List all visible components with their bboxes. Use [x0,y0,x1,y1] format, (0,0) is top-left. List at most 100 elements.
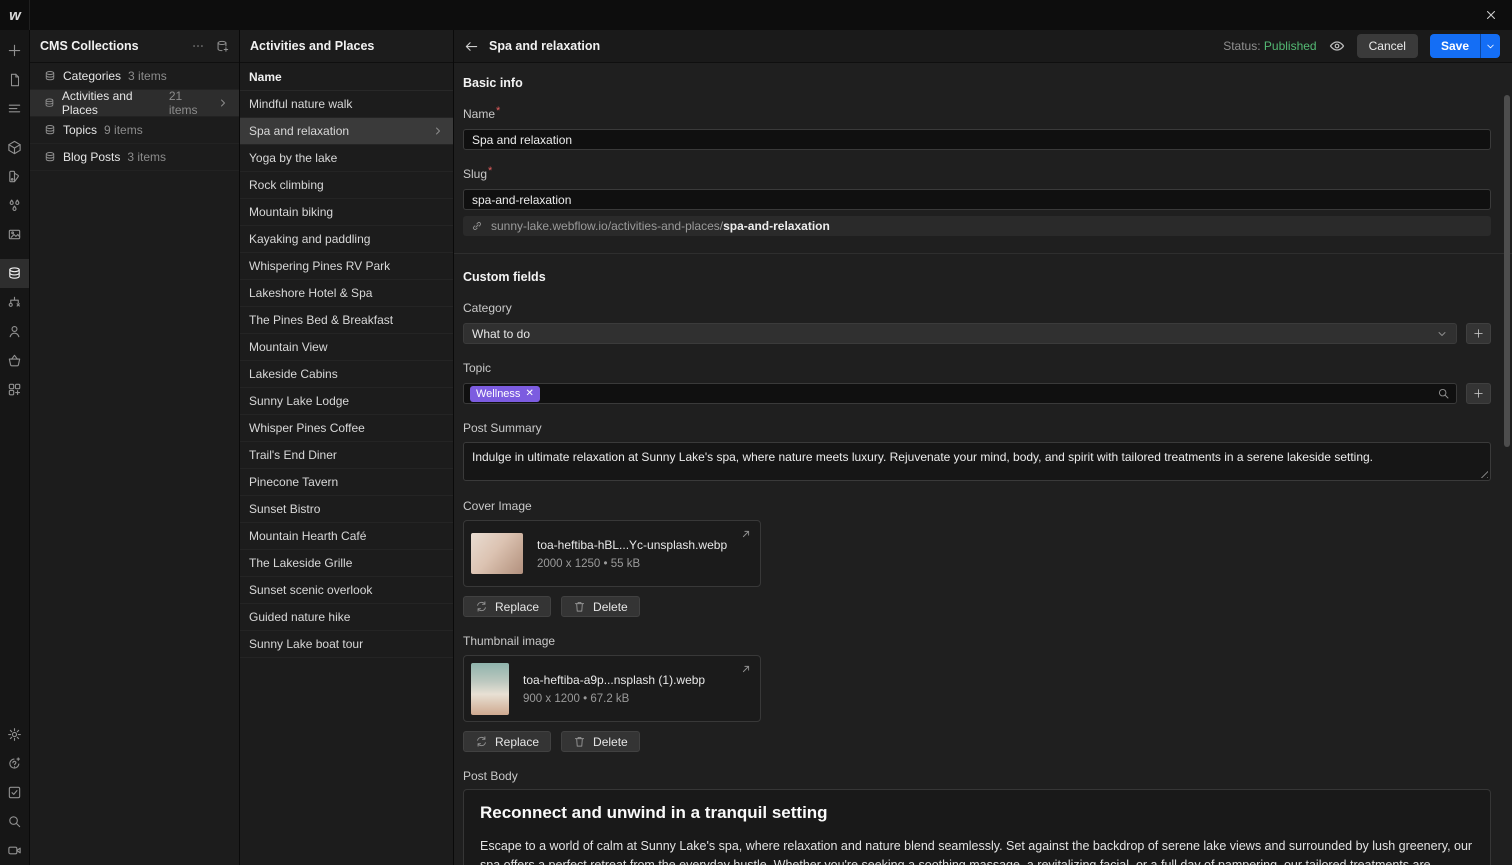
webflow-logo[interactable]: w [0,0,30,30]
resize-handle[interactable] [1480,470,1488,478]
required-asterisk: * [496,105,501,117]
list-item[interactable]: Lakeshore Hotel & Spa [240,280,453,307]
search-button[interactable] [0,807,29,836]
name-input[interactable] [463,129,1491,150]
cancel-button[interactable]: Cancel [1356,34,1418,58]
collection-label: Activities and Places [61,89,133,117]
slug-input[interactable] [463,189,1491,210]
variables-button[interactable] [0,191,29,220]
list-item[interactable]: Whispering Pines RV Park [240,253,453,280]
collection-icon [45,98,54,107]
list-item[interactable]: Sunset scenic overlook [240,577,453,604]
list-item[interactable]: Pinecone Tavern [240,469,453,496]
collection-label: Blog Posts [63,150,121,164]
list-item[interactable]: The Lakeside Grille [240,550,453,577]
eye-icon [1329,41,1344,51]
webflow-logo-glyph: w [9,6,21,24]
remove-tag-icon[interactable]: ✕ [525,388,533,399]
styles-button[interactable] [0,162,29,191]
create-collection-button[interactable] [215,39,229,53]
list-item[interactable]: Lakeside Cabins [240,361,453,388]
help-button[interactable] [0,749,29,778]
item-label: The Pines Bed & Breakfast [249,313,394,327]
list-item[interactable]: Sunny Lake Lodge [240,388,453,415]
cover-replace-button[interactable]: Replace [463,596,552,617]
chevron-right-icon [217,97,229,109]
list-item[interactable]: Yoga by the lake [240,145,453,172]
scrollbar-thumb[interactable] [1504,95,1510,447]
item-label: Pinecone Tavern [249,475,339,489]
video-tutorials-button[interactable] [0,836,29,865]
users-button[interactable] [0,317,29,346]
open-image-button[interactable] [740,663,752,675]
list-item[interactable]: Mountain Hearth Café [240,523,453,550]
ecommerce-button[interactable] [0,346,29,375]
list-item[interactable]: Rock climbing [240,172,453,199]
item-label: Trail's End Diner [249,448,337,462]
cover-image-card[interactable]: toa-heftiba-hBL...Yc-unsplash.webp 2000 … [463,520,761,587]
cover-image-meta: 2000 x 1250 • 55 kB [537,557,641,570]
save-dropdown-button[interactable] [1480,34,1500,58]
category-select[interactable]: What to do [463,323,1457,344]
preview-button[interactable] [1329,38,1345,54]
topic-input[interactable]: Wellness ✕ [463,383,1457,404]
topic-tag-label: Wellness [476,387,521,400]
add-category-button[interactable] [1466,323,1491,344]
list-item[interactable]: Guided nature hike [240,604,453,631]
logic-button[interactable] [0,288,29,317]
thumbnail-image-card[interactable]: toa-heftiba-a9p...nsplash (1).webp 900 x… [463,655,761,722]
close-button[interactable] [1480,4,1502,26]
post-body-editor[interactable]: Reconnect and unwind in a tranquil setti… [463,789,1491,865]
list-item[interactable]: Mindful nature walk [240,91,453,118]
scrollbar[interactable] [1504,65,1510,865]
assets-button[interactable] [0,220,29,249]
collection-item-activities-and-places[interactable]: Activities and Places 21 items [30,89,239,117]
open-image-button[interactable] [740,528,752,540]
apps-button[interactable] [0,375,29,404]
list-item[interactable]: Sunset Bistro [240,496,453,523]
components-button[interactable] [0,133,29,162]
thumbnail-image-meta: 900 x 1200 • 67.2 kB [523,692,630,705]
cms-database-icon [9,267,20,279]
help-icon [9,757,21,769]
thumbnail-replace-button[interactable]: Replace [463,731,552,752]
collection-count: 3 items [128,69,167,83]
thumbnail-delete-button[interactable]: Delete [561,731,640,752]
cms-button[interactable] [0,259,29,288]
collection-item-categories[interactable]: Categories 3 items [30,63,239,90]
save-button[interactable]: Save [1429,34,1480,58]
list-item[interactable]: Mountain biking [240,199,453,226]
collection-item-blog-posts[interactable]: Blog Posts 3 items [30,144,239,171]
users-icon [9,325,20,338]
list-item[interactable]: Whisper Pines Coffee [240,415,453,442]
external-link-icon [742,530,750,538]
status-badge: Published [1263,39,1317,53]
collection-item-topics[interactable]: Topics 9 items [30,117,239,144]
list-item[interactable]: The Pines Bed & Breakfast [240,307,453,334]
item-label: Sunset Bistro [249,502,321,516]
list-item[interactable]: Mountain View [240,334,453,361]
post-summary-textarea[interactable]: Indulge in ultimate relaxation at Sunny … [463,442,1491,481]
list-item[interactable]: Sunny Lake boat tour [240,631,453,658]
plus-icon [8,44,21,57]
list-item[interactable]: Kayaking and paddling [240,226,453,253]
settings-button[interactable] [0,720,29,749]
navigator-button[interactable] [0,94,29,123]
items-panel-title: Activities and Places [250,39,375,53]
add-element-button[interactable] [0,36,29,65]
add-topic-button[interactable] [1466,383,1491,404]
list-item-selected[interactable]: Spa and relaxation [240,118,453,145]
collection-label: Topics [63,123,98,137]
collections-more-button[interactable] [191,39,205,53]
name-column-header: Name [240,63,453,91]
components-icon [8,140,21,155]
audit-button[interactable] [0,778,29,807]
pages-button[interactable] [0,65,29,94]
left-toolbar [0,30,30,865]
list-item[interactable]: Trail's End Diner [240,442,453,469]
back-button[interactable] [464,39,479,54]
collection-icon [45,125,55,135]
checkbox-icon [8,786,21,799]
cover-delete-button[interactable]: Delete [561,596,640,617]
section-divider [454,253,1512,254]
